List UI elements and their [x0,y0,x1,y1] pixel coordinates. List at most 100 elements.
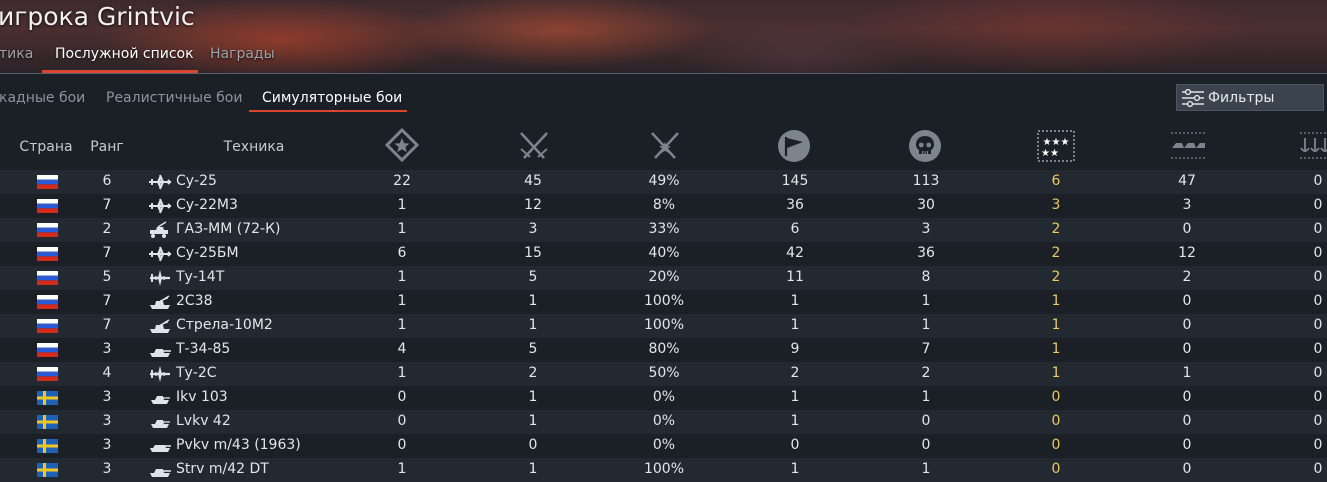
stat-value-2: 12 [524,197,542,213]
flag-capture-icon[interactable] [776,128,812,164]
vehicle-name[interactable]: Pvkv m/43 (1963) [176,437,301,453]
filters-button[interactable]: Фильтры [1176,84,1324,111]
tab-statistics[interactable]: тика [0,46,33,62]
rank-value: 7 [102,197,112,213]
vehicle-name[interactable]: Т-34-85 [176,341,230,357]
naval-units-icon[interactable] [1298,128,1327,164]
rank-value: 7 [102,317,112,333]
stat-value-8: 0 [1313,245,1323,261]
stat-value-5: 1 [921,317,931,333]
rank-value: 3 [102,461,112,477]
crossed-swords-star-icon[interactable] [647,128,683,164]
stat-value-7: 0 [1182,317,1192,333]
table-row[interactable]: 6 Су-25 22 45 49% 145 113 6 47 0 [0,170,1327,194]
stat-percent: 8% [652,197,676,213]
stat-percent: 100% [643,317,685,333]
vehicle-name[interactable]: ГАЗ-ММ (72-К) [176,221,280,237]
column-country[interactable]: Страна [19,139,72,155]
stat-value-1: 1 [397,197,407,213]
stat-value-1: 1 [397,365,407,381]
stat-value-7: 2 [1182,269,1192,285]
vehicle-name[interactable]: Стрела-10М2 [176,317,273,333]
vehicle-name[interactable]: Strv m/42 DT [176,461,269,477]
stat-stars-value: 1 [1051,317,1061,333]
spaa-icon [150,295,170,309]
stat-value-7: 0 [1182,437,1192,453]
stat-value-2: 1 [528,293,538,309]
table-row[interactable]: 3 Strv m/42 DT 1 1 100% 1 1 0 0 0 [0,458,1327,482]
stat-value-8: 0 [1313,461,1323,477]
stat-value-2: 1 [528,389,538,405]
vehicle-name[interactable]: Су-25 [176,173,217,189]
column-rank[interactable]: Ранг [90,139,124,155]
tab-awards[interactable]: Награды [210,46,275,62]
stat-stars-value: 3 [1051,197,1061,213]
stat-stars-value: 1 [1051,293,1061,309]
stat-value-4: 11 [786,269,804,285]
svg-text:★★★: ★★★ [1043,137,1070,148]
vehicle-name[interactable]: Lvkv 42 [176,413,231,429]
table-row[interactable]: 7 Су-22М3 1 12 8% 36 30 3 3 0 [0,194,1327,218]
stat-value-4: 1 [790,413,800,429]
rank-value: 7 [102,245,112,261]
tank-icon [150,469,171,477]
skull-icon[interactable] [907,128,943,164]
stat-value-4: 6 [790,221,800,237]
page-title: игрока Grintvic [0,2,195,31]
table-row[interactable]: 7 Су-25БМ 6 15 40% 42 36 2 12 0 [0,242,1327,266]
tab-realistic-battles[interactable]: Реалистичные бои [106,90,242,106]
stat-stars-value: 0 [1051,389,1061,405]
rank-value: 6 [102,173,112,189]
vehicle-name[interactable]: Ту-2С [176,365,217,381]
stat-percent: 40% [648,245,680,261]
stat-percent: 0% [652,413,676,429]
stat-value-8: 0 [1313,341,1323,357]
stat-value-4: 9 [790,341,800,357]
active-tab-indicator [42,70,198,73]
table-row[interactable]: 4 Ту-2С 1 2 50% 2 2 1 1 0 [0,362,1327,386]
tab-service-record[interactable]: Послужной список [55,46,194,62]
stat-value-7: 1 [1182,365,1192,381]
stat-percent: 0% [652,389,676,405]
table-row[interactable]: 2 ГАЗ-ММ (72-К) 1 3 33% 6 3 2 0 0 [0,218,1327,242]
table-row[interactable]: 3 Lvkv 42 0 1 0% 1 0 0 0 0 [0,410,1327,434]
stat-value-7: 0 [1182,293,1192,309]
sliders-icon [1182,89,1204,107]
spaa-truck-icon [150,221,168,238]
stat-value-7: 0 [1182,461,1192,477]
stat-value-2: 1 [528,413,538,429]
vehicle-name[interactable]: 2С38 [176,293,213,309]
column-vehicle[interactable]: Техника [224,139,285,155]
stat-value-2: 5 [528,269,538,285]
three-stars-icon[interactable]: ★★★ ★★ [1036,128,1076,164]
table-row[interactable]: 3 Pvkv m/43 (1963) 0 0 0% 0 0 0 0 0 [0,434,1327,458]
table-row[interactable]: 5 Ту-14Т 1 5 20% 11 8 2 2 0 [0,266,1327,290]
ground-units-icon[interactable] [1168,128,1208,164]
filters-label: Фильтры [1208,90,1275,106]
table-row[interactable]: 7 Стрела-10М2 1 1 100% 1 1 1 0 0 [0,314,1327,338]
vehicle-name[interactable]: Ту-14Т [176,269,224,285]
stat-stars-value: 2 [1051,245,1061,261]
flag-russia-icon [37,223,58,237]
stat-value-7: 0 [1182,389,1192,405]
stat-value-5: 36 [917,245,935,261]
vehicle-name[interactable]: Ikv 103 [176,389,228,405]
tab-arcade-battles[interactable]: кадные бои [0,90,85,106]
table-row[interactable]: 3 Ikv 103 0 1 0% 1 1 0 0 0 [0,386,1327,410]
jet-icon [149,198,172,214]
star-shield-icon[interactable] [384,128,420,164]
stat-value-5: 7 [921,341,931,357]
crossed-swords-icon[interactable] [516,128,552,164]
table-row[interactable]: 7 2С38 1 1 100% 1 1 1 0 0 [0,290,1327,314]
vehicle-name[interactable]: Су-22М3 [176,197,238,213]
bomber-icon [150,270,170,286]
rank-value: 5 [102,269,112,285]
stat-value-8: 0 [1313,221,1323,237]
table-header: Страна Ранг Техника ★★★ ★★ [0,124,1327,170]
table-row[interactable]: 3 Т-34-85 4 5 80% 9 7 1 0 0 [0,338,1327,362]
rank-value: 3 [102,413,112,429]
vehicle-name[interactable]: Су-25БМ [176,245,239,261]
active-subtab-indicator [249,110,407,112]
tab-simulator-battles[interactable]: Симуляторные бои [262,90,402,106]
stat-value-4: 36 [786,197,804,213]
